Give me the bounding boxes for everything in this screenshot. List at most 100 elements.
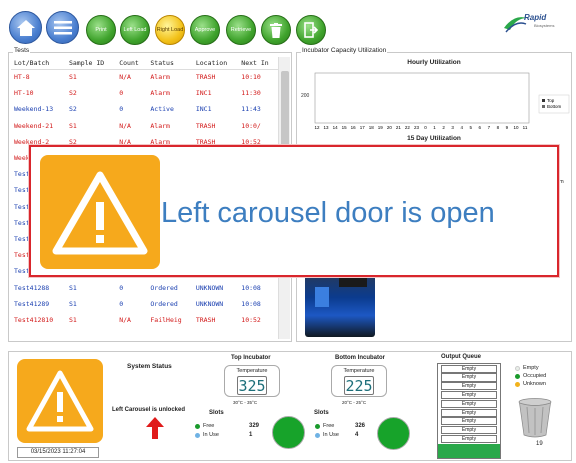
x-tick-label: 5: [469, 125, 472, 130]
x-tick-label: 4: [460, 125, 463, 130]
cell-lot: Weekend-13: [14, 105, 54, 114]
table-row[interactable]: HT-8 S1 N/A Alarm TRASH 10:10: [11, 69, 279, 85]
trash-icon: [270, 22, 282, 38]
cell-status: Alarm: [150, 121, 170, 130]
legend-bottom: Bottom: [547, 104, 562, 109]
x-tick-label: 22: [405, 125, 411, 130]
bottom-incubator-title: Bottom Incubator: [335, 355, 385, 361]
print-button[interactable]: Print: [86, 15, 116, 45]
cell-location: TRASH: [195, 121, 216, 130]
cell-next: 10:10: [241, 73, 261, 82]
exit-button[interactable]: [296, 15, 326, 45]
cell-location: INC1: [195, 89, 212, 98]
table-row[interactable]: Test41288 S1 0 Ordered UNKNOWN 10:08: [11, 279, 279, 295]
bottom-temp-range: 20°C - 25°C: [342, 400, 367, 405]
top-temp-value: 325: [237, 376, 267, 395]
alert-message: Left carousel door is open: [161, 197, 495, 229]
column-header[interactable]: Next In: [238, 57, 279, 70]
x-tick-label: 11: [523, 125, 528, 130]
cell-next: 11:30: [241, 89, 261, 98]
queue-item: Empty: [441, 390, 497, 400]
column-header[interactable]: Lot/Batch: [11, 57, 66, 70]
queue-item: Empty: [441, 364, 497, 373]
queue-item: Empty: [441, 417, 497, 426]
table-row[interactable]: Test412810 S1 N/A FailHeig TRASH 10:52: [11, 312, 279, 328]
x-tick-label: 23: [414, 125, 420, 130]
cell-count: 0: [119, 105, 124, 114]
x-tick-label: 19: [378, 125, 384, 130]
table-row[interactable]: Weekend-21 S1 N/A Alarm TRASH 10:0/: [11, 118, 279, 134]
left-load-button[interactable]: Left Load: [120, 15, 150, 45]
x-tick-label: 10: [513, 125, 519, 130]
x-tick-label: 20: [387, 125, 393, 130]
exit-door-icon: [304, 22, 318, 38]
cell-count: 0: [119, 283, 124, 292]
x-tick-label: 8: [497, 125, 500, 130]
cell-location: TRASH: [195, 73, 216, 82]
bottom-free-count: 326: [355, 423, 366, 429]
table-row[interactable]: Test41289 S1 0 Ordered UNKNOWN 10:08: [11, 296, 279, 312]
cell-status: Ordered: [150, 299, 178, 308]
legend-empty: Empty: [515, 365, 539, 371]
cell-sample: S2: [68, 89, 77, 98]
x-tick-label: 15: [342, 125, 348, 130]
trash-bin-icon: [518, 398, 552, 438]
cell-sample: S1: [68, 299, 77, 308]
cell-status: Alarm: [150, 89, 170, 98]
up-arrow-icon: [146, 417, 164, 439]
cell-status: Active: [150, 105, 174, 114]
cell-next: 10:0/: [241, 121, 261, 130]
top-temp-range: 30°C - 35°C: [233, 400, 258, 405]
legend-top: Top: [547, 98, 555, 103]
x-tick-label: 14: [333, 125, 339, 130]
cell-status: FailHeig: [150, 315, 182, 324]
top-inuse-count: 1: [249, 432, 253, 438]
table-row[interactable]: HT-10 S2 0 Alarm INC1 11:30: [11, 85, 279, 101]
cell-lot: Test41288: [14, 283, 50, 292]
top-slots-label: Slots: [209, 410, 224, 416]
x-tick-label: 0: [424, 125, 427, 130]
column-header[interactable]: Count: [116, 57, 148, 70]
trash-button[interactable]: [261, 15, 291, 45]
column-header[interactable]: Sample ID: [65, 57, 117, 70]
legend-occupied: Occupied: [515, 373, 546, 379]
status-warning-icon: [17, 359, 103, 443]
queue-item: Empty: [441, 434, 497, 444]
cell-status: Ordered: [150, 283, 178, 292]
x-tick-label: 6: [479, 125, 482, 130]
top-free-row: Free: [195, 423, 214, 429]
retrieve-button[interactable]: Retrieve: [226, 15, 256, 45]
hourly-chart: 200 12 13 14 15 16 17 18 19 20 21 22 23 0 1 2 3 4 5 6 7 8 9 10…: [301, 72, 570, 130]
cell-status: Alarm: [150, 73, 170, 82]
x-tick-label: 17: [360, 125, 366, 130]
cell-sample: S1: [68, 121, 77, 130]
tests-title: Tests: [13, 47, 31, 54]
right-load-button[interactable]: Right Load: [155, 15, 185, 45]
company-logo: Rapid Biosystems: [502, 10, 572, 38]
alert-dialog[interactable]: Left carousel door is open: [29, 145, 559, 277]
datetime-display: 03/15/2023 11:27:04: [17, 447, 99, 458]
x-tick-label: 2: [442, 125, 445, 130]
cell-location: UNKNOWN: [195, 299, 224, 308]
home-button[interactable]: [9, 11, 42, 44]
cell-count: 0: [119, 299, 124, 308]
warning-icon: [40, 155, 160, 269]
menu-icon: [53, 20, 72, 34]
cell-lot: Test412810: [14, 315, 54, 324]
top-temp-box: Temperature 325: [224, 365, 280, 397]
hourly-title: Hourly Utilization: [407, 59, 461, 66]
status-panel: 03/15/2023 11:27:04 System Status Left C…: [8, 351, 572, 461]
menu-button[interactable]: [46, 11, 79, 44]
utilization-title: Incubator Capacity Utilization: [301, 47, 388, 54]
y-tick-label: 200: [301, 93, 310, 99]
x-tick-label: 3: [451, 125, 454, 130]
queue-item: Empty: [441, 373, 497, 382]
table-row[interactable]: Weekend-13 S2 0 Active INC1 11:43: [11, 101, 279, 117]
system-status-message: Left Carousel is unlocked: [112, 407, 186, 413]
column-header[interactable]: Location: [192, 57, 239, 70]
column-header[interactable]: Status: [147, 57, 193, 70]
approve-button[interactable]: Approve: [190, 15, 220, 45]
cell-next: 10:08: [241, 283, 261, 292]
bottom-temp-box: Temperature 225: [331, 365, 387, 397]
legend-unknown: Unknown: [515, 381, 546, 387]
